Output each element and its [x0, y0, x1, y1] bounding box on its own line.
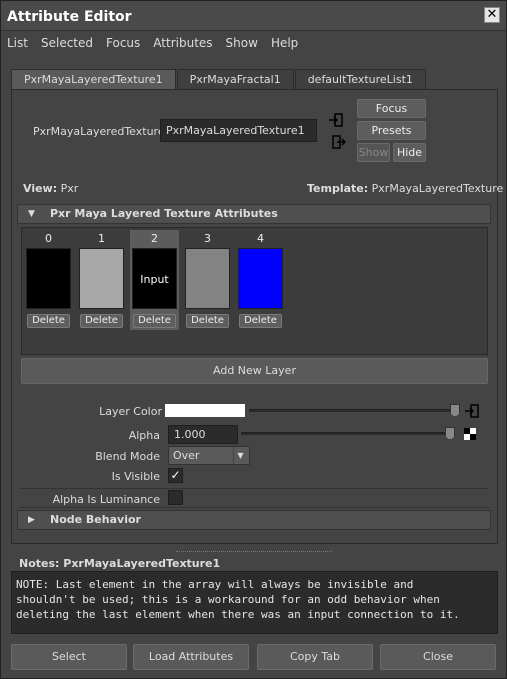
- layer-swatch[interactable]: [26, 248, 71, 309]
- delete-layer-button[interactable]: Delete: [133, 314, 176, 328]
- layer-item[interactable]: 0 Delete: [26, 232, 71, 329]
- select-button[interactable]: Select: [11, 644, 127, 670]
- menu-selected[interactable]: Selected: [41, 36, 93, 50]
- checker-map-icon[interactable]: [464, 428, 476, 440]
- is-visible-checkbox[interactable]: ✓: [168, 468, 183, 483]
- view-value: Pxr: [60, 182, 79, 195]
- section-title: Node Behavior: [50, 513, 141, 526]
- delete-layer-button[interactable]: Delete: [27, 314, 70, 328]
- layer-item-selected[interactable]: 2 Input Delete: [130, 230, 179, 330]
- layer-swatch[interactable]: [79, 248, 124, 309]
- layer-swatch[interactable]: [238, 248, 283, 309]
- alpha-is-luminance-label: Alpha Is Luminance: [52, 493, 160, 506]
- add-new-layer-button[interactable]: Add New Layer: [21, 358, 488, 384]
- view-line: View: Pxr: [23, 182, 78, 195]
- menu-focus[interactable]: Focus: [106, 36, 140, 50]
- menu-help[interactable]: Help: [271, 36, 298, 50]
- alpha-is-luminance-checkbox[interactable]: [168, 490, 183, 505]
- blend-mode-dropdown[interactable]: Over ▼: [168, 446, 250, 465]
- delete-layer-button[interactable]: Delete: [80, 314, 123, 328]
- hide-button[interactable]: Hide: [393, 143, 426, 162]
- layer-swatch[interactable]: [185, 248, 230, 309]
- template-line: Template: PxrMayaLayeredTexture: [307, 182, 503, 195]
- layer-color-swatch[interactable]: [165, 404, 245, 417]
- node-tabs: PxrMayaLayeredTexture1 PxrMayaFractal1 d…: [11, 69, 427, 90]
- notes-label: Notes: PxrMayaLayeredTexture1: [19, 557, 221, 570]
- notes-textarea[interactable]: NOTE: Last element in the array will alw…: [11, 571, 498, 634]
- expand-arrow-icon: ▶: [28, 515, 35, 525]
- delete-layer-button[interactable]: Delete: [186, 314, 229, 328]
- is-visible-label: Is Visible: [111, 470, 160, 483]
- layer-color-label: Layer Color: [99, 405, 162, 418]
- panel-splitter[interactable]: [176, 551, 332, 554]
- layer-index: 4: [257, 232, 264, 245]
- menu-bar: List Selected Focus Attributes Show Help: [1, 32, 506, 54]
- window-title: Attribute Editor: [7, 9, 132, 25]
- layer-color-slider[interactable]: [249, 409, 457, 412]
- input-connection-icon[interactable]: [329, 113, 343, 127]
- blend-mode-label: Blend Mode: [95, 450, 160, 463]
- tab-pxrmayalayeredtexture1[interactable]: PxrMayaLayeredTexture1: [11, 69, 176, 90]
- load-attributes-button[interactable]: Load Attributes: [133, 644, 249, 670]
- layer-index: 2: [151, 232, 158, 245]
- delete-layer-button[interactable]: Delete: [239, 314, 282, 328]
- presets-button[interactable]: Presets: [357, 121, 426, 140]
- chevron-down-icon: ▼: [233, 447, 247, 464]
- show-button[interactable]: Show: [357, 143, 390, 162]
- view-label: View:: [23, 182, 58, 195]
- menu-list[interactable]: List: [7, 36, 28, 50]
- close-icon[interactable]: ✕: [484, 7, 500, 23]
- attribute-editor-window: Attribute Editor ✕ List Selected Focus A…: [0, 0, 507, 679]
- menu-attributes[interactable]: Attributes: [153, 36, 212, 50]
- focus-button[interactable]: Focus: [357, 99, 426, 118]
- template-label: Template:: [307, 182, 369, 195]
- section-title: Pxr Maya Layered Texture Attributes: [50, 207, 278, 220]
- copy-tab-button[interactable]: Copy Tab: [257, 644, 373, 670]
- alpha-field[interactable]: 1.000: [168, 425, 238, 444]
- layer-item[interactable]: 3 Delete: [185, 232, 230, 329]
- node-name-label: PxrMayaLayeredTexture:: [33, 125, 169, 138]
- title-bar: Attribute Editor ✕: [1, 1, 506, 31]
- blend-mode-value: Over: [173, 449, 200, 462]
- layer-item[interactable]: 4 Delete: [238, 232, 283, 329]
- layer-index: 3: [204, 232, 211, 245]
- section-layered-texture-attributes[interactable]: ▼ Pxr Maya Layered Texture Attributes: [17, 204, 491, 224]
- layer-index: 1: [98, 232, 105, 245]
- layer-input-text: Input: [140, 273, 169, 286]
- tab-pxrmayafractal1[interactable]: PxrMayaFractal1: [176, 69, 294, 89]
- menu-show[interactable]: Show: [226, 36, 258, 50]
- layer-index: 0: [45, 232, 52, 245]
- close-button[interactable]: Close: [380, 644, 496, 670]
- node-name-field[interactable]: PxrMayaLayeredTexture1: [160, 119, 317, 142]
- collapse-arrow-icon: ▼: [28, 209, 35, 219]
- layer-item[interactable]: 1 Delete: [79, 232, 124, 329]
- section-node-behavior[interactable]: ▶ Node Behavior: [17, 510, 491, 530]
- map-button-icon[interactable]: [465, 404, 479, 418]
- output-connection-icon[interactable]: [332, 135, 346, 149]
- alpha-slider[interactable]: [241, 432, 451, 435]
- template-value: PxrMayaLayeredTexture: [371, 182, 504, 195]
- tab-defaulttexturelist1[interactable]: defaultTextureList1: [294, 69, 426, 89]
- alpha-label: Alpha: [128, 429, 160, 442]
